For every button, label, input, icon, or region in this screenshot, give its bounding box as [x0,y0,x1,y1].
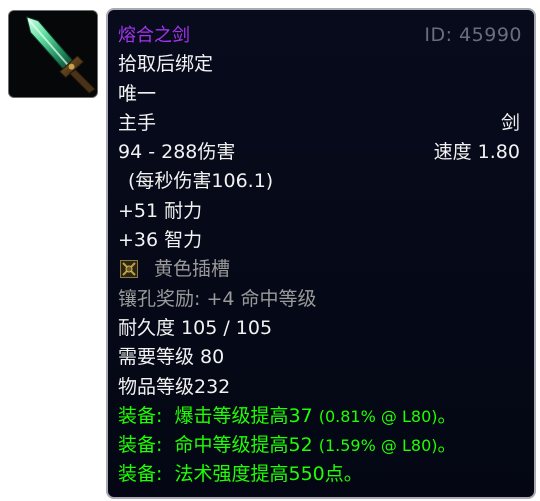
equip-effect-hit: 装备: 命中等级提高52 (1.59% @ L80)。 [118,431,522,460]
slot-text: 主手 [118,111,157,134]
equip-prefix: 装备: [118,463,163,486]
speed-text: 速度 1.80 [433,141,520,164]
item-id: ID: 45990 [424,24,522,46]
equip-text: 法术强度提高550点 [174,463,344,486]
socket-text: 黄色插槽 [154,258,231,281]
item-header-row: 熔合之剑 ID: 45990 [118,21,522,50]
emerald-sword-icon [8,10,98,98]
uniqueness-text: 唯一 [118,82,157,105]
item-tooltip: 熔合之剑 ID: 45990 拾取后绑定 唯一 主手 剑 94 - 288伤害 … [106,8,536,499]
durability-text: 耐久度 105 / 105 [118,316,273,339]
yellow-socket-icon [120,260,138,279]
equip-text: 爆击等级提高37 [174,404,313,427]
item-level-text: 物品等级232 [118,375,231,398]
socket-row: 黄色插槽 [118,255,522,284]
damage-text: 94 - 288伤害 [118,141,236,164]
socket-bonus-text: 镶孔奖励: +4 命中等级 [118,287,317,310]
equip-detail: (1.59% @ L80) [318,436,438,456]
equip-suffix: 。 [437,404,457,427]
equip-detail: (0.81% @ L80) [318,406,438,426]
item-name: 熔合之剑 [118,25,190,46]
equip-suffix: 。 [343,463,363,486]
stat-stamina: +51 耐力 [118,199,203,222]
equip-effect-crit: 装备: 爆击等级提高37 (0.81% @ L80)。 [118,402,522,431]
weapon-type-text: 剑 [500,111,520,134]
stat-intellect: +36 智力 [118,229,203,252]
damage-row: 94 - 288伤害 速度 1.80 [118,138,522,167]
equip-text: 命中等级提高52 [174,434,313,457]
equip-suffix: 。 [437,434,457,457]
binding-text: 拾取后绑定 [118,53,214,76]
equip-prefix: 装备: [118,434,163,457]
equip-effect-spellpower: 装备: 法术强度提高550点。 [118,460,522,489]
equip-prefix: 装备: [118,404,163,427]
dps-text: (每秒伤害106.1) [128,170,274,193]
slot-row: 主手 剑 [118,109,522,138]
required-level-text: 需要等级 80 [118,346,225,369]
